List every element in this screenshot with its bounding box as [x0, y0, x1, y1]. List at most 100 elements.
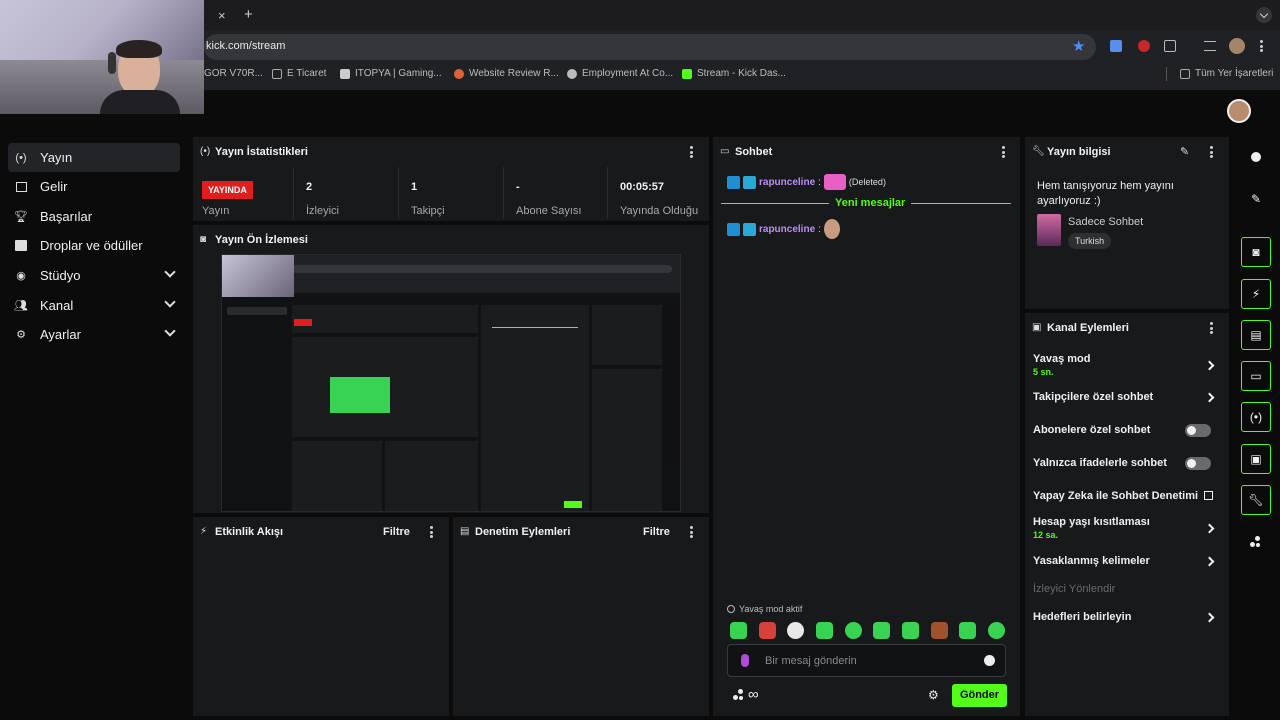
slow-mode-notice: Yavaş mod aktif [727, 604, 802, 614]
more-options-icon[interactable] [1002, 146, 1006, 158]
new-tab-icon[interactable]: + [244, 6, 253, 23]
chevron-down-icon[interactable] [164, 296, 176, 308]
chat-username[interactable]: rapunceline [759, 224, 815, 235]
tag-badge[interactable]: Turkish [1068, 233, 1112, 249]
bookmark-item[interactable]: Employment At Co... [567, 68, 673, 79]
face-emote-icon [823, 219, 840, 239]
sidebar-item-ayarlar[interactable]: ⚙ Ayarlar [8, 320, 180, 349]
emote-picker-item[interactable] [845, 622, 862, 639]
dots-icon[interactable] [733, 689, 745, 701]
close-tab-icon[interactable]: × [218, 8, 226, 23]
stream-preview-video[interactable] [221, 254, 681, 512]
translate-extension-icon[interactable] [1110, 40, 1122, 52]
chat-username[interactable]: rapunceline [759, 177, 815, 188]
bookmark-item[interactable]: E Ticaret [272, 68, 326, 79]
toggle-switch[interactable] [1185, 457, 1211, 470]
more-options-icon[interactable] [690, 526, 694, 538]
chat-input[interactable]: Bir mesaj gönderin [727, 644, 1006, 677]
stat-uptime: 00:05:57 Yayında Olduğu [607, 167, 709, 219]
category-name[interactable]: Sadece Sohbet [1068, 216, 1143, 228]
bolt-icon: ⚡︎ [200, 526, 208, 537]
sidebar-item-gelir[interactable]: Gelir [8, 172, 180, 201]
address-bar[interactable]: kick.com/stream ★ [204, 34, 1096, 60]
extension-icon[interactable] [1138, 40, 1150, 52]
preview-address-bar [292, 265, 672, 273]
preview-new-messages-line [492, 327, 578, 328]
panel-title: Etkinlik Akışı [215, 526, 284, 538]
send-button[interactable]: Gönder [952, 684, 1007, 707]
profile-avatar[interactable] [1229, 38, 1245, 54]
info-icon[interactable] [1241, 142, 1271, 172]
emote-picker-item[interactable] [873, 622, 890, 639]
chat-icon[interactable]: ▭ [1241, 361, 1271, 391]
emote-picker-item[interactable] [730, 622, 747, 639]
user-avatar[interactable] [1227, 99, 1251, 123]
chevron-down-icon[interactable] [164, 325, 176, 337]
more-options-icon[interactable] [690, 146, 694, 158]
puzzle-icon[interactable] [1164, 40, 1176, 52]
camera-icon[interactable]: ◙ [1241, 237, 1271, 267]
more-options-icon[interactable] [1210, 322, 1214, 334]
webcam-hair [116, 40, 162, 58]
bookmark-item[interactable]: ITOPYA | Gaming... [340, 68, 442, 79]
action-goals[interactable]: Hedefleri belirleyin [1033, 611, 1223, 627]
browser-tab[interactable]: × + [204, 2, 264, 30]
broadcast-icon[interactable]: (•) [1241, 402, 1271, 432]
preview-sidebar-item [227, 307, 287, 315]
pencil-icon[interactable]: ✎ [1241, 184, 1271, 214]
sidebar-item-droplar[interactable]: Droplar ve ödüller [8, 231, 180, 260]
panel-title: Yayın bilgisi [1047, 146, 1111, 158]
chat-message[interactable]: rapunceline: [727, 219, 840, 239]
action-ai-moderation[interactable]: Yapay Zeka ile Sohbet Denetimi [1033, 490, 1223, 506]
action-banned-words[interactable]: Yasaklanmış kelimeler [1033, 555, 1223, 571]
bookmark-star-icon[interactable]: ★ [1072, 37, 1085, 55]
sun-favicon-icon [454, 68, 464, 79]
more-options-icon[interactable] [1210, 146, 1214, 158]
sidebar-item-kanal[interactable]: 👥︎ Kanal [8, 291, 180, 320]
action-followers-only[interactable]: Takipçilere özel sohbet [1033, 391, 1223, 407]
clock-icon [727, 605, 735, 613]
browser-menu-icon[interactable] [1260, 40, 1263, 52]
all-bookmarks[interactable]: Tüm Yer İşaretleri [1180, 68, 1273, 79]
bookmark-item[interactable]: Website Review R... [454, 68, 559, 79]
filter-button[interactable]: Filtre [643, 517, 670, 547]
chat-message[interactable]: rapunceline: (Deleted) [727, 174, 886, 190]
bookmark-item[interactable]: GOR V70R... [204, 68, 263, 79]
category-thumbnail[interactable] [1037, 214, 1061, 246]
emote-picker-item[interactable] [759, 622, 776, 639]
microphone-icon[interactable] [741, 654, 749, 667]
bookmark-item[interactable]: Stream - Kick Das... [682, 68, 786, 79]
sidebar-item-studyo[interactable]: ◉ Stüdyo [8, 261, 180, 290]
toggle-switch[interactable] [1185, 424, 1211, 437]
document-icon[interactable]: ▤ [1241, 320, 1271, 350]
wrench-icon[interactable]: 🔧︎ [1241, 485, 1271, 515]
filter-button[interactable]: Filtre [383, 517, 410, 547]
chevron-down-icon[interactable] [164, 266, 176, 278]
emote-picker-item[interactable] [931, 622, 948, 639]
dots-icon[interactable] [1241, 527, 1271, 557]
emote-picker-item[interactable] [816, 622, 833, 639]
emote-picker-item[interactable] [988, 622, 1005, 639]
bolt-icon[interactable]: ⚡︎ [1241, 279, 1271, 309]
preview-send-button [564, 501, 582, 508]
gear-icon[interactable]: ⚙ [928, 688, 939, 702]
headphone-icon [108, 52, 116, 74]
infinity-icon[interactable]: ∞ [748, 686, 759, 703]
action-account-age[interactable]: Hesap yaşı kısıtlaması 12 sa. [1033, 516, 1223, 544]
camera-icon: ◙ [200, 234, 207, 245]
sidebar-item-basarilar[interactable]: 🏆︎ Başarılar [8, 202, 180, 231]
reading-list-icon[interactable] [1204, 41, 1216, 51]
emote-picker-item[interactable] [902, 622, 919, 639]
edit-pencil-icon[interactable]: ✎ [1180, 145, 1189, 158]
more-options-icon[interactable] [430, 526, 434, 538]
sidebar-item-yayin[interactable]: (•) Yayın [8, 143, 180, 172]
action-slow-mode[interactable]: Yavaş mod 5 sn. [1033, 353, 1223, 381]
url-text: kick.com/stream [206, 40, 286, 52]
emote-picker-item[interactable] [959, 622, 976, 639]
panel-title: Yayın İstatistikleri [215, 146, 308, 158]
tab-search-icon[interactable] [1256, 7, 1272, 23]
layout-icon[interactable]: ▣ [1241, 444, 1271, 474]
emoji-icon[interactable] [984, 655, 995, 666]
emote-picker-item[interactable] [787, 622, 804, 639]
new-messages-label: Yeni mesajlar [829, 197, 912, 209]
